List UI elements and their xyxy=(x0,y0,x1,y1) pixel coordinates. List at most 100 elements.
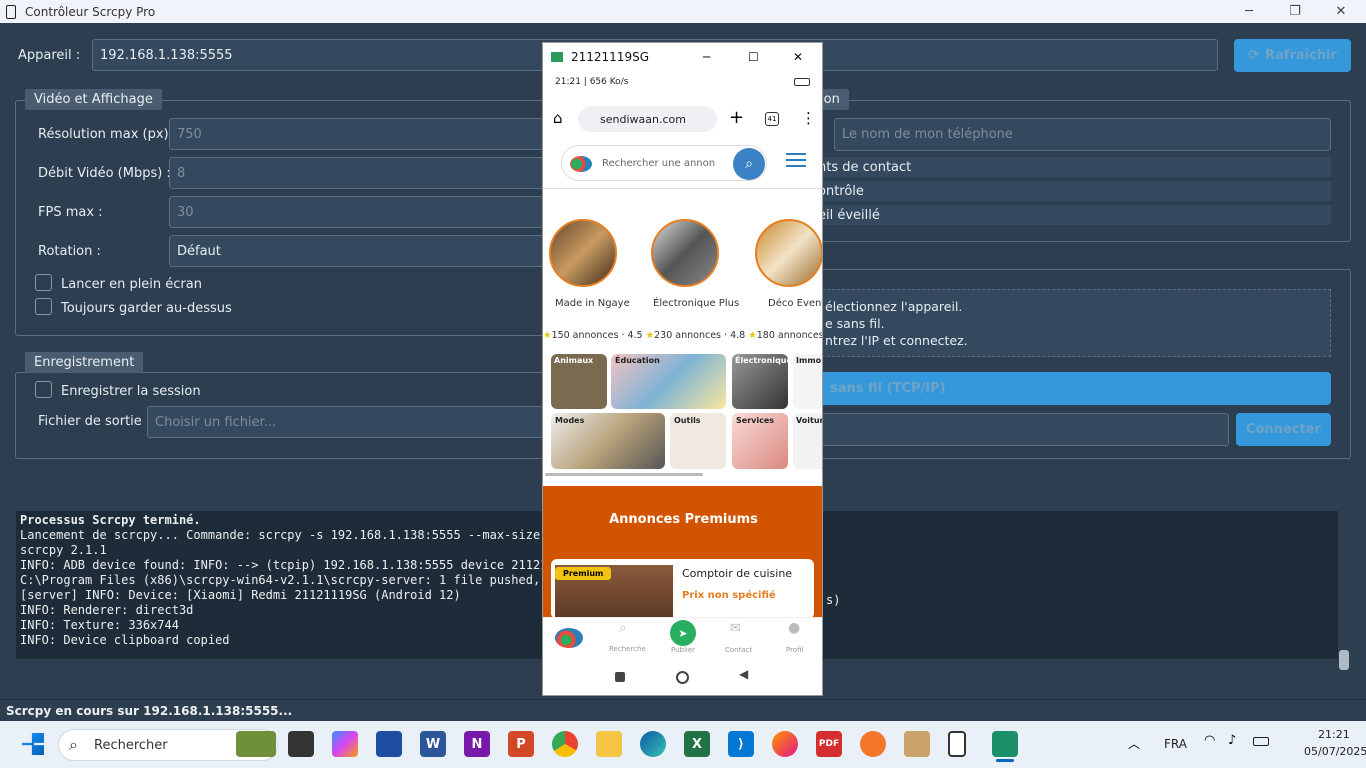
nav-label: Profil xyxy=(786,646,804,654)
minimize-button[interactable]: ─ xyxy=(1226,0,1272,23)
pdf-icon[interactable]: PDF xyxy=(816,731,842,757)
rotation-select[interactable]: Défaut xyxy=(169,235,555,267)
output-file-input[interactable]: Choisir un fichier... xyxy=(147,406,555,438)
back-icon[interactable]: ◀ xyxy=(739,667,748,681)
fullscreen-checkbox[interactable] xyxy=(35,274,52,291)
fps-input[interactable]: 30 xyxy=(169,196,555,228)
url-text: sendiwaan.com xyxy=(600,112,686,126)
excel-icon[interactable]: X xyxy=(684,731,710,757)
category-tile[interactable]: Éducation xyxy=(611,354,726,409)
widget-icon[interactable] xyxy=(236,731,276,757)
option-row-contacts[interactable]: nts de contact xyxy=(812,157,1331,177)
file-explorer-icon[interactable] xyxy=(596,731,622,757)
language-indicator[interactable]: FRA xyxy=(1164,737,1187,751)
premium-badge: Premium xyxy=(555,567,612,580)
menu-dots-icon[interactable]: ⋮ xyxy=(801,109,816,127)
vscode-icon[interactable]: ⟩ xyxy=(728,731,754,757)
nav-label: Recherche xyxy=(609,645,646,653)
search-icon: ⌕ xyxy=(69,735,78,754)
enable-wireless-button[interactable]: sans fil (TCP/IP) xyxy=(812,372,1331,405)
close-button[interactable]: ✕ xyxy=(1318,0,1364,23)
category-tile[interactable]: Modes xyxy=(551,413,665,469)
phone-maximize-icon[interactable]: ☐ xyxy=(748,50,759,64)
connect-button[interactable]: Connecter xyxy=(1236,413,1331,446)
listing-title: Comptoir de cuisine xyxy=(682,567,793,580)
status-text: Scrcpy en cours sur 192.168.1.138:5555..… xyxy=(6,703,293,718)
recents-icon[interactable] xyxy=(615,672,625,682)
option-row-control[interactable]: ontrôle xyxy=(812,181,1331,201)
chrome-icon[interactable] xyxy=(552,731,578,757)
ontop-checkbox[interactable] xyxy=(35,298,52,315)
category-image[interactable] xyxy=(651,219,719,287)
battery-tray-icon[interactable] xyxy=(1253,737,1269,746)
record-checkbox[interactable] xyxy=(35,381,52,398)
phone-mirror-window[interactable]: 21121119SG ─ ☐ ✕ 21:21 | 656 Ko/s ⌂ send… xyxy=(542,42,823,696)
start-icon[interactable] xyxy=(22,733,44,755)
site-logo-nav[interactable] xyxy=(555,628,583,648)
star-icon: ★ xyxy=(645,330,655,341)
task-view-icon[interactable] xyxy=(288,731,314,757)
tile-label: Électronique xyxy=(735,356,788,365)
tile-label: Modes xyxy=(555,416,585,425)
instruction-line: électionnez l'appareil. xyxy=(825,299,963,314)
category-tile[interactable]: Électronique xyxy=(732,354,788,409)
category-tile[interactable]: Services xyxy=(732,413,788,469)
console-scrollbar[interactable] xyxy=(1339,650,1349,670)
jupyter-icon[interactable] xyxy=(860,731,886,757)
resolution-input[interactable]: 750 xyxy=(169,118,555,150)
word-icon[interactable]: W xyxy=(420,731,446,757)
site-header: Rechercher une annon ⌕ xyxy=(543,139,822,189)
tiles-scrollbar[interactable] xyxy=(545,473,703,476)
star-icon: ★ xyxy=(748,330,757,341)
output-file-label: Fichier de sortie : xyxy=(38,414,151,429)
url-bar[interactable]: sendiwaan.com xyxy=(578,106,717,132)
phone-minimize-icon[interactable]: ─ xyxy=(703,50,710,64)
phone-window-titlebar: 21121119SG ─ ☐ ✕ xyxy=(543,43,822,71)
maximize-button[interactable]: ❐ xyxy=(1272,0,1318,23)
tile-label: Voitur xyxy=(796,416,823,425)
tile-label: Animaux xyxy=(554,356,594,365)
app-icon-psej[interactable] xyxy=(904,731,930,757)
powerpoint-icon[interactable]: P xyxy=(508,731,534,757)
wifi-icon[interactable]: ◠ xyxy=(1204,733,1215,748)
clock-time[interactable]: 21:21 xyxy=(1318,728,1350,741)
device-name-input[interactable]: Le nom de mon téléphone xyxy=(834,118,1331,151)
category-tile[interactable]: Animaux xyxy=(551,354,607,409)
category-tile[interactable]: Voitur xyxy=(793,413,823,469)
site-search-placeholder: Rechercher une annon xyxy=(602,157,716,169)
premium-listing-card[interactable]: Premium Comptoir de cuisine Prix non spé… xyxy=(551,559,814,619)
profile-icon[interactable]: ● xyxy=(788,620,800,636)
ip-input[interactable] xyxy=(812,413,1229,446)
category-image[interactable] xyxy=(549,219,617,287)
notes-icon[interactable] xyxy=(376,731,402,757)
edge-icon[interactable] xyxy=(640,731,666,757)
category-image[interactable] xyxy=(755,219,822,287)
category-tile[interactable]: Outils xyxy=(670,413,726,469)
tabs-count[interactable]: 41 xyxy=(765,112,779,126)
mail-icon[interactable]: ✉ xyxy=(730,621,741,636)
chevron-up-icon[interactable]: ︿ xyxy=(1128,735,1140,752)
copilot-icon[interactable] xyxy=(332,731,358,757)
bitrate-input[interactable]: 8 xyxy=(169,157,555,189)
scrcpy-icon[interactable] xyxy=(992,731,1018,757)
site-search-button[interactable]: ⌕ xyxy=(733,148,765,180)
phone-close-icon[interactable]: ✕ xyxy=(793,50,803,64)
home-icon[interactable]: ⌂ xyxy=(553,109,563,127)
search-nav-icon[interactable]: ⌕ xyxy=(619,620,627,636)
home-nav-icon[interactable] xyxy=(676,671,689,684)
publish-icon[interactable]: ➤ xyxy=(670,620,696,646)
android-statusbar: 21:21 | 656 Ko/s xyxy=(543,71,822,93)
phone-window-title: 21121119SG xyxy=(571,50,649,64)
phone-app-icon[interactable] xyxy=(948,731,966,757)
volume-icon[interactable]: ♪ xyxy=(1228,733,1236,748)
category-tile[interactable]: Immo xyxy=(793,354,822,409)
firefox-icon[interactable] xyxy=(772,731,798,757)
hamburger-icon[interactable] xyxy=(786,153,806,155)
taskbar: ⌕ Rechercher ︿ FRA ◠ ♪ 21:21 05/07/2025 xyxy=(0,721,1366,768)
onenote-icon[interactable]: N xyxy=(464,731,490,757)
new-tab-icon[interactable]: + xyxy=(729,107,744,128)
refresh-button[interactable]: ⟳ Rafraîchir xyxy=(1234,39,1351,72)
clock-date[interactable]: 05/07/2025 xyxy=(1304,745,1366,758)
tile-label: Outils xyxy=(674,416,701,425)
option-row-awake[interactable]: eil éveillé xyxy=(812,205,1331,225)
